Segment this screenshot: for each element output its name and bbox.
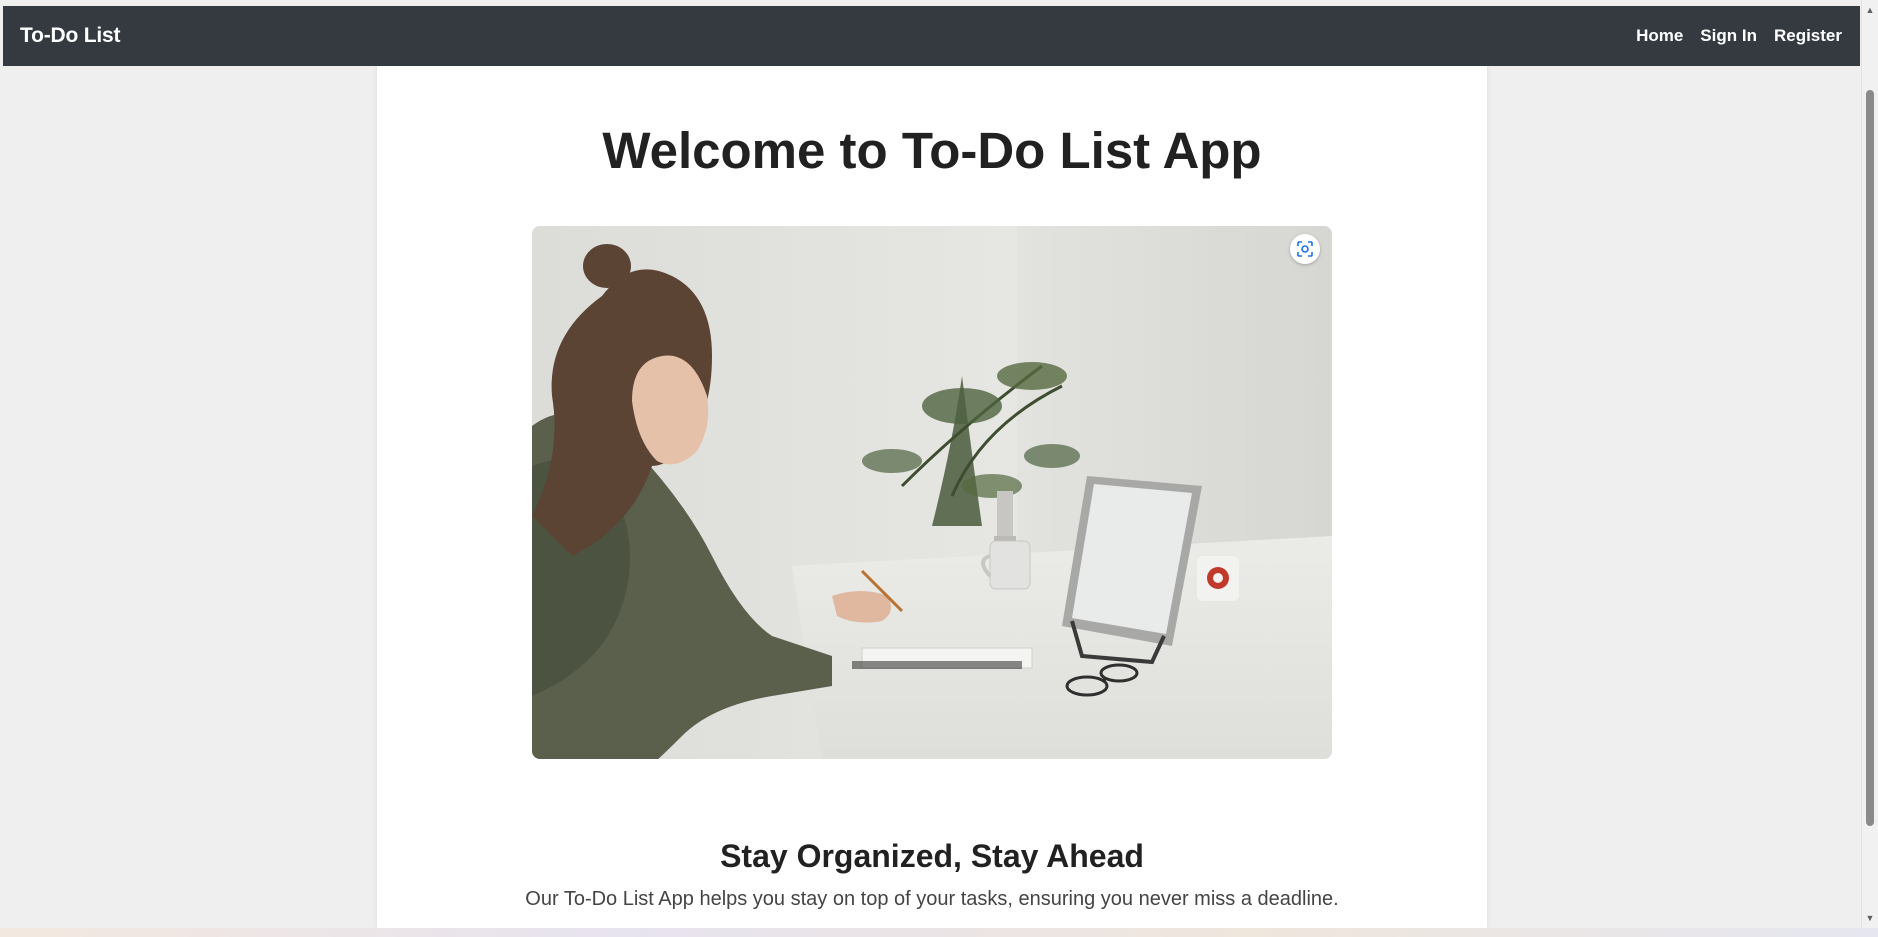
nav-sign-in-link[interactable]: Sign In bbox=[1700, 26, 1757, 46]
nav-home-link[interactable]: Home bbox=[1636, 26, 1683, 46]
visual-search-button[interactable] bbox=[1290, 234, 1320, 264]
hero-image bbox=[532, 226, 1332, 759]
visual-search-icon bbox=[1297, 241, 1313, 257]
bottom-edge-strip bbox=[0, 928, 1878, 937]
section-title: Stay Organized, Stay Ahead bbox=[720, 838, 1144, 874]
nav-register-link[interactable]: Register bbox=[1774, 26, 1842, 46]
top-navbar: To-Do List Home Sign In Register bbox=[3, 6, 1860, 66]
hero-title: Welcome to To-Do List App bbox=[602, 122, 1262, 179]
scroll-up-arrow-icon[interactable]: ▲ bbox=[1862, 2, 1878, 18]
woman-writing-at-desk-illustration bbox=[532, 226, 1332, 759]
main-content: Welcome to To-Do List App Stay Organized… bbox=[377, 66, 1487, 928]
vertical-scrollbar[interactable]: ▲ ▼ bbox=[1861, 0, 1878, 928]
brand-logo[interactable]: To-Do List bbox=[20, 24, 120, 48]
scroll-down-arrow-icon[interactable]: ▼ bbox=[1862, 910, 1878, 926]
scroll-thumb[interactable] bbox=[1866, 90, 1874, 826]
section-description: Our To-Do List App helps you stay on top… bbox=[525, 888, 1339, 910]
nav-links: Home Sign In Register bbox=[1636, 26, 1842, 46]
browser-viewport: To-Do List Home Sign In Register Welcome… bbox=[0, 0, 1878, 937]
